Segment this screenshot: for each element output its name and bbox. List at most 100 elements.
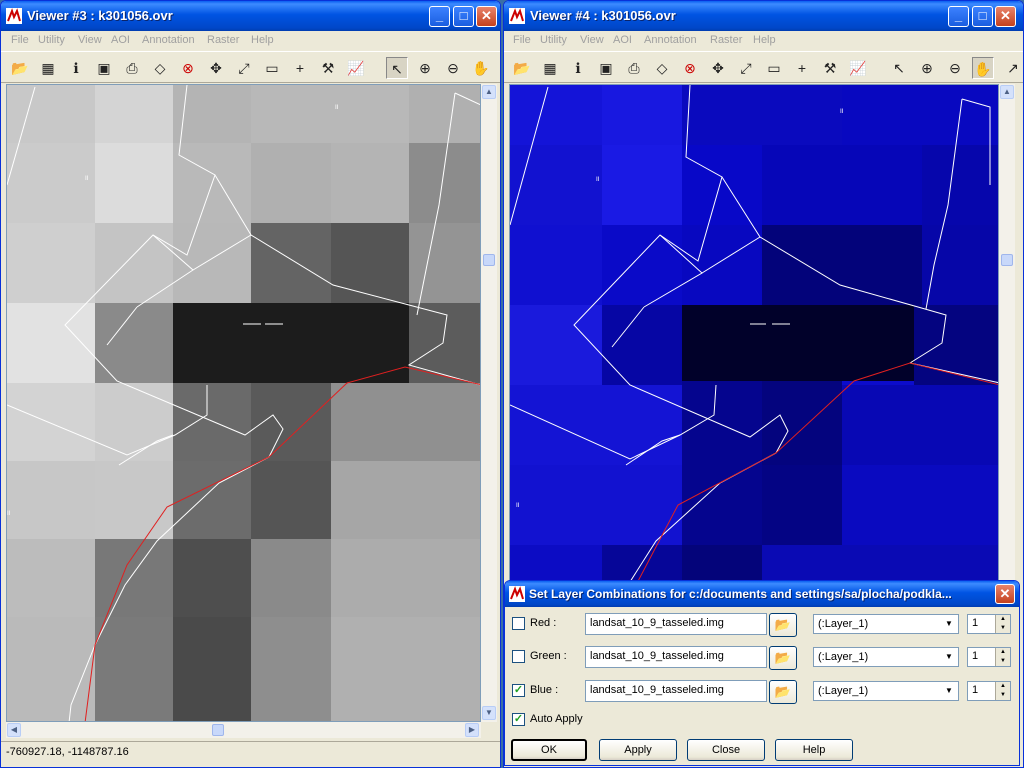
maximize-button[interactable]: □ xyxy=(453,6,474,27)
help-button[interactable]: Help xyxy=(775,739,853,761)
auto-apply-checkbox[interactable]: ✓ xyxy=(512,713,525,726)
menu-help[interactable]: Help xyxy=(251,34,274,46)
scroll-thumb[interactable] xyxy=(483,254,495,266)
profile-icon[interactable]: 📈 xyxy=(345,57,367,79)
dialog-close-button[interactable]: ✕ xyxy=(995,584,1015,604)
ok-button[interactable]: OK xyxy=(511,739,587,761)
minimize-button[interactable]: _ xyxy=(429,6,450,27)
zoom-out-icon[interactable]: ⊖ xyxy=(944,57,966,79)
profile-icon[interactable]: 📈 xyxy=(847,57,869,79)
open-layer-icon[interactable]: ▦ xyxy=(37,57,59,79)
red-file-input[interactable]: landsat_10_9_tasseled.img xyxy=(585,613,767,635)
menu-raster[interactable]: Raster xyxy=(710,34,742,46)
scroll-thumb-h[interactable] xyxy=(212,724,224,736)
menu-annotation[interactable]: Annotation xyxy=(644,34,697,46)
spin-up-icon[interactable]: ▲ xyxy=(995,682,1010,691)
viewer3-map-canvas[interactable]: II II II xyxy=(6,84,481,722)
close-button[interactable]: Close xyxy=(687,739,765,761)
spin-down-icon[interactable]: ▼ xyxy=(995,657,1010,666)
clear-icon[interactable]: ⊗ xyxy=(679,57,701,79)
red-layer-select[interactable]: (:Layer_1) ▼ xyxy=(813,614,959,634)
viewer4-vertical-scrollbar[interactable]: ▲ xyxy=(999,84,1015,584)
open-folder-icon[interactable]: 📂 xyxy=(511,57,533,79)
pointer-icon[interactable]: ↖ xyxy=(386,57,408,79)
info-icon[interactable]: ℹ xyxy=(65,57,87,79)
expand-icon[interactable]: ⤢ xyxy=(233,57,255,79)
menu-annotation[interactable]: Annotation xyxy=(142,34,195,46)
open-folder-icon[interactable]: 📂 xyxy=(9,57,31,79)
menu-help[interactable]: Help xyxy=(753,34,776,46)
menu-utility[interactable]: Utility xyxy=(38,34,65,46)
menu-utility[interactable]: Utility xyxy=(540,34,567,46)
menu-aoi[interactable]: AOI xyxy=(613,34,632,46)
green-value-spinner[interactable]: 1 ▲ ▼ xyxy=(967,647,1011,667)
print-icon[interactable]: ⎙ xyxy=(623,57,645,79)
scroll-thumb[interactable] xyxy=(1001,254,1013,266)
menu-file[interactable]: File xyxy=(11,34,29,46)
pointer-icon[interactable]: ↖ xyxy=(888,57,910,79)
viewer3-horizontal-scrollbar[interactable]: ◀ ▶ xyxy=(6,722,481,738)
dialog-titlebar[interactable]: Set Layer Combinations for c:/documents … xyxy=(505,581,1019,607)
expand-icon[interactable]: ⤢ xyxy=(735,57,757,79)
viewer4-titlebar[interactable]: Viewer #4 : k301056.ovr _ □ ✕ xyxy=(504,1,1023,31)
scroll-down-button[interactable]: ▼ xyxy=(482,706,496,720)
chevron-down-icon[interactable]: ▼ xyxy=(941,649,957,665)
fit-extent-icon[interactable]: ✥ xyxy=(707,57,729,79)
measure-icon[interactable]: ▭ xyxy=(261,57,283,79)
scroll-up-button[interactable]: ▲ xyxy=(1000,85,1014,99)
eraser-icon[interactable]: ◇ xyxy=(651,57,673,79)
viewer3-titlebar[interactable]: Viewer #3 : k301056.ovr _ □ ✕ xyxy=(1,1,500,31)
crosshair-icon[interactable]: + xyxy=(289,57,311,79)
maximize-button[interactable]: □ xyxy=(972,6,993,27)
pan-hand-icon[interactable]: ✋ xyxy=(972,57,994,79)
scroll-right-button[interactable]: ▶ xyxy=(465,723,479,737)
measure-icon[interactable]: ▭ xyxy=(763,57,785,79)
close-button[interactable]: ✕ xyxy=(476,6,497,27)
apply-button[interactable]: Apply xyxy=(599,739,677,761)
blue-checkbox[interactable]: ✓ xyxy=(512,684,525,697)
menu-raster[interactable]: Raster xyxy=(207,34,239,46)
menu-aoi[interactable]: AOI xyxy=(111,34,130,46)
pointer-extra-icon[interactable]: ↗ xyxy=(1002,57,1023,79)
blue-browse-folder-icon[interactable]: 📂 xyxy=(769,680,797,704)
crosshair-icon[interactable]: + xyxy=(791,57,813,79)
fit-extent-icon[interactable]: ✥ xyxy=(205,57,227,79)
blue-layer-select[interactable]: (:Layer_1) ▼ xyxy=(813,681,959,701)
open-layer-icon[interactable]: ▦ xyxy=(539,57,561,79)
menu-file[interactable]: File xyxy=(513,34,531,46)
zoom-in-icon[interactable]: ⊕ xyxy=(916,57,938,79)
clear-icon[interactable]: ⊗ xyxy=(177,57,199,79)
print-icon[interactable]: ⎙ xyxy=(121,57,143,79)
red-value-spinner[interactable]: 1 ▲ ▼ xyxy=(967,614,1011,634)
blue-file-input[interactable]: landsat_10_9_tasseled.img xyxy=(585,680,767,702)
green-browse-folder-icon[interactable]: 📂 xyxy=(769,646,797,670)
hammer-icon[interactable]: ⚒ xyxy=(317,57,339,79)
scroll-left-button[interactable]: ◀ xyxy=(7,723,21,737)
green-checkbox[interactable] xyxy=(512,650,525,663)
spin-up-icon[interactable]: ▲ xyxy=(995,648,1010,657)
chevron-down-icon[interactable]: ▼ xyxy=(941,616,957,632)
blue-value-spinner[interactable]: 1 ▲ ▼ xyxy=(967,681,1011,701)
zoom-in-icon[interactable]: ⊕ xyxy=(414,57,436,79)
hammer-icon[interactable]: ⚒ xyxy=(819,57,841,79)
pan-hand-icon[interactable]: ✋ xyxy=(470,57,492,79)
spin-down-icon[interactable]: ▼ xyxy=(995,624,1010,633)
spin-up-icon[interactable]: ▲ xyxy=(995,615,1010,624)
save-icon[interactable]: ▣ xyxy=(93,57,115,79)
menu-view[interactable]: View xyxy=(78,34,102,46)
spin-down-icon[interactable]: ▼ xyxy=(995,691,1010,700)
viewer3-vertical-scrollbar[interactable]: ▲ ▼ xyxy=(481,84,497,722)
zoom-out-icon[interactable]: ⊖ xyxy=(442,57,464,79)
red-browse-folder-icon[interactable]: 📂 xyxy=(769,613,797,637)
green-layer-select[interactable]: (:Layer_1) ▼ xyxy=(813,647,959,667)
save-icon[interactable]: ▣ xyxy=(595,57,617,79)
viewer4-map-canvas[interactable]: II II II xyxy=(509,84,999,584)
red-checkbox[interactable] xyxy=(512,617,525,630)
minimize-button[interactable]: _ xyxy=(948,6,969,27)
scroll-up-button[interactable]: ▲ xyxy=(482,85,496,99)
eraser-icon[interactable]: ◇ xyxy=(149,57,171,79)
close-button[interactable]: ✕ xyxy=(995,6,1016,27)
info-icon[interactable]: ℹ xyxy=(567,57,589,79)
green-file-input[interactable]: landsat_10_9_tasseled.img xyxy=(585,646,767,668)
chevron-down-icon[interactable]: ▼ xyxy=(941,683,957,699)
